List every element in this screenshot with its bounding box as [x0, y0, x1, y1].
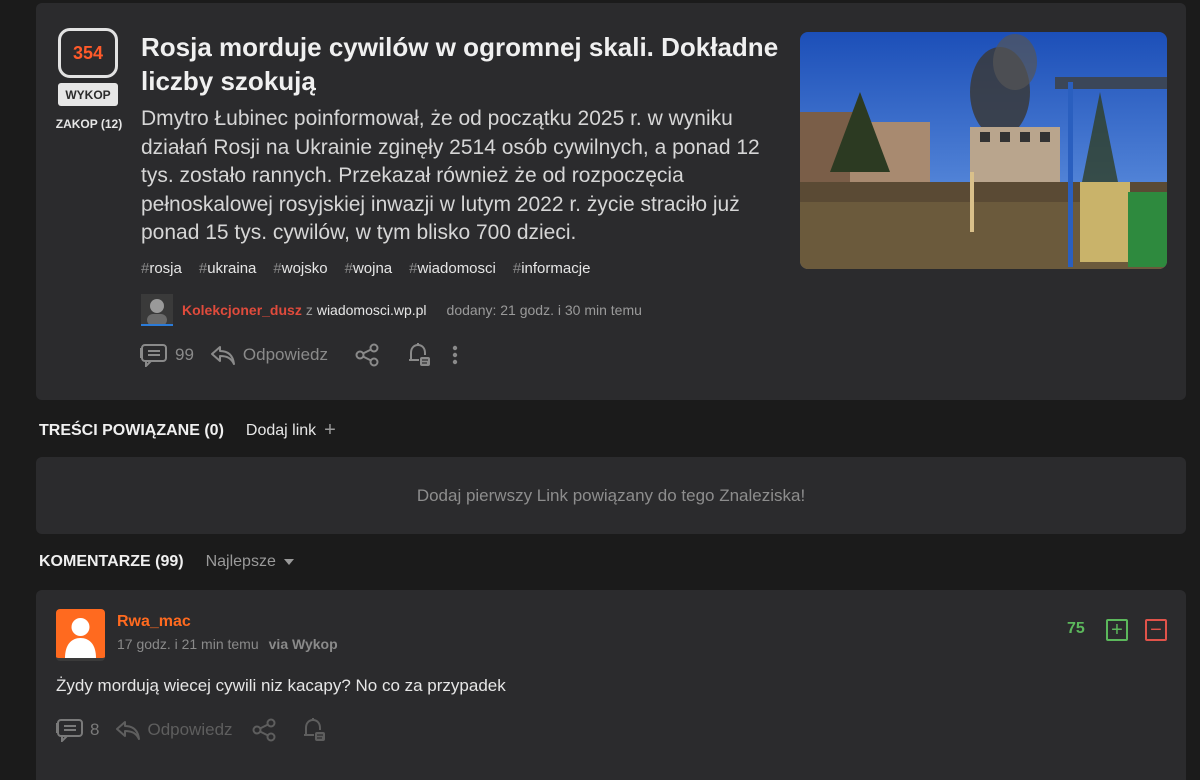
zakop-button[interactable]: ZAKOP (12) [49, 117, 129, 131]
comment-via: via Wykop [268, 636, 338, 652]
add-link-button[interactable]: Dodaj link [246, 422, 316, 440]
reply-button[interactable]: Odpowiedz [210, 344, 328, 366]
tag-rosja[interactable]: #rosja [141, 260, 182, 277]
tag-label: informacje [521, 260, 591, 277]
author-avatar[interactable] [141, 294, 173, 326]
reply-icon [116, 721, 141, 740]
upvote-button[interactable]: + [1106, 619, 1128, 641]
tag-label: wiadomosci [417, 260, 496, 277]
chevron-down-icon[interactable] [283, 559, 294, 565]
comment-avatar[interactable] [56, 609, 105, 661]
share-icon [355, 343, 379, 367]
comments-heading: KOMENTARZE (99) [39, 553, 184, 570]
comments-count: 99 [175, 345, 194, 364]
tag-list: #rosja #ukraina #wojsko #wojna #wiadomos… [141, 260, 590, 277]
tag-wiadomosci[interactable]: #wiadomosci [409, 260, 496, 277]
comment-score: 75 [1067, 620, 1085, 637]
author-name[interactable]: Kolekcjoner_dusz [182, 302, 302, 318]
notify-icon [408, 343, 430, 366]
comment-reply-button[interactable]: Odpowiedz [115, 719, 233, 741]
tag-label: wojna [352, 260, 393, 277]
author-from: z [305, 302, 313, 318]
comments-icon [140, 344, 167, 367]
user-avatar-icon [65, 618, 96, 658]
tag-hash: # [273, 260, 282, 277]
post-description: Dmytro Łubinec poinformował, że od począ… [141, 107, 760, 245]
comments-icon [56, 719, 83, 742]
share-button[interactable] [354, 343, 380, 367]
notify-button[interactable] [406, 342, 432, 368]
comment-share-button[interactable] [251, 718, 277, 742]
post-added-time: dodany: 21 godz. i 30 min temu [446, 302, 642, 318]
related-header: TREŚCI POWIĄZANE (0) Dodaj link + [39, 419, 336, 442]
vote-count-box: 354 [58, 28, 118, 78]
post-actions: 99 Odpowiedz [140, 342, 460, 368]
notify-icon [303, 718, 325, 741]
thumbnail-image [800, 32, 1167, 269]
tag-hash: # [512, 260, 522, 277]
comment-time: 17 godz. i 21 min temu [117, 636, 259, 652]
more-icon [452, 345, 458, 365]
tag-ukraina[interactable]: #ukraina [199, 260, 257, 277]
comments-header: KOMENTARZE (99) Najlepsze [39, 553, 294, 571]
comment-replies-count: 8 [90, 720, 100, 739]
tag-wojsko[interactable]: #wojsko [273, 260, 327, 277]
comment-notify-button[interactable] [301, 717, 327, 743]
related-empty-box: Dodaj pierwszy Link powiązany do tego Zn… [36, 457, 1186, 534]
source-domain[interactable]: wiadomosci.wp.pl [317, 302, 427, 318]
comment-text: Żydy mordują wiecej cywili niz kacapy? N… [56, 676, 506, 695]
vote-count: 354 [72, 42, 104, 63]
related-heading: TREŚCI POWIĄZANE (0) [39, 421, 224, 439]
post-title[interactable]: Rosja morduje cywilów w ogromnej skali. … [141, 30, 781, 98]
reply-label: Odpowiedz [242, 345, 328, 364]
comments-button[interactable]: 99 [140, 343, 194, 367]
tag-label: ukraina [207, 260, 257, 277]
sort-dropdown[interactable]: Najlepsze [206, 553, 276, 571]
wykop-button[interactable]: WYKOP [58, 83, 118, 106]
post-author-row: Kolekcjoner_dusz z wiadomosci.wp.pl doda… [141, 293, 642, 327]
reply-icon [210, 346, 235, 365]
tag-hash: # [198, 260, 208, 277]
comment-reply-label: Odpowiedz [147, 720, 233, 739]
tag-wojna[interactable]: #wojna [345, 260, 393, 277]
share-icon [252, 718, 276, 742]
related-empty-text: Dodaj pierwszy Link powiązany do tego Zn… [416, 485, 806, 505]
comment-username[interactable]: Rwa_mac [117, 613, 191, 631]
add-link-plus-icon[interactable]: + [324, 419, 336, 442]
tag-hash: # [344, 260, 353, 277]
post-thumbnail[interactable] [800, 32, 1167, 269]
avatar-icon [141, 294, 173, 324]
tag-label: rosja [149, 260, 182, 277]
comment-replies-button[interactable]: 8 [56, 718, 99, 742]
comment-actions: 8 Odpowiedz [56, 717, 327, 743]
tag-informacje[interactable]: #informacje [513, 260, 591, 277]
tag-hash: # [409, 260, 418, 277]
downvote-button[interactable]: − [1145, 619, 1167, 641]
comment-meta: 17 godz. i 21 min temu via Wykop [117, 636, 338, 652]
more-button[interactable] [450, 343, 460, 367]
tag-label: wojsko [281, 260, 328, 277]
